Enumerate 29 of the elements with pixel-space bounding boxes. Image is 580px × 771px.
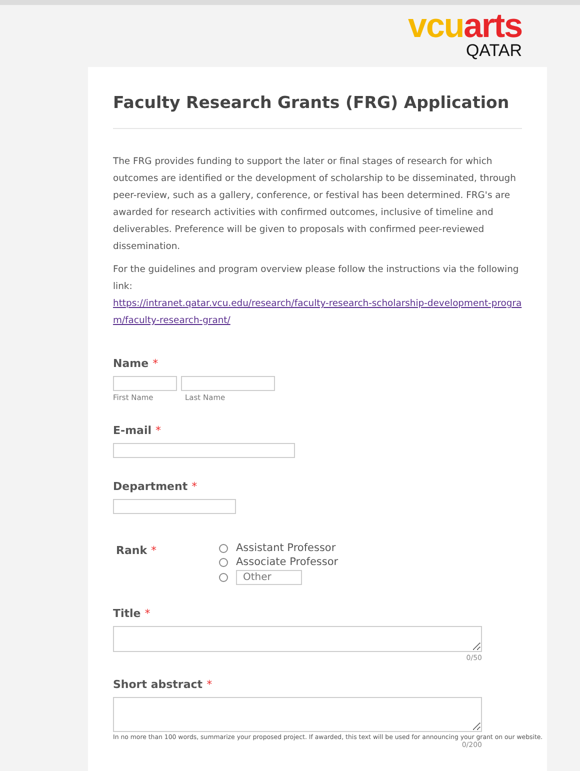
title-textarea[interactable] [113, 626, 482, 652]
field-label: Short abstract [113, 678, 203, 691]
field-label: Rank [116, 544, 148, 557]
abstract-textarea[interactable] [113, 697, 482, 732]
required-mark: * [206, 678, 212, 691]
logo: vcuarts QATAR [408, 11, 522, 62]
field-label: Department [113, 480, 188, 493]
required-mark: * [192, 480, 198, 493]
radio-button[interactable] [219, 544, 228, 552]
intro-paragraph: The FRG provides funding to support the later or final stages of research for which outcomes are identified or the development of scholarship to be disseminated, through peer-review, such as a gallery, conference, or festival has been determined. FRG's are awarded for research activities with confirmed outcomes, inclusive of timeline and deliverables. Preference will be given to proposals with confirmed peer-reviewed dissemination. [113, 155, 517, 254]
radio-button[interactable] [219, 558, 228, 566]
rank-option[interactable]: Associate Professor [219, 556, 338, 568]
guidelines-paragraph: For the guidelines and program overview please follow the instructions via the following link: https://intranet.qatar.vcu.edu/research/faculty-research-scholarship-development-program/faculty-research-grant/ [113, 261, 522, 329]
last-name-input[interactable] [181, 376, 275, 391]
required-mark: * [152, 357, 158, 370]
other-input[interactable]: Other [236, 570, 302, 585]
department-input[interactable] [113, 499, 236, 514]
required-mark: * [144, 607, 150, 620]
field-label: E-mail [113, 424, 152, 437]
required-mark: * [151, 544, 157, 557]
field-label: Name [113, 357, 149, 370]
radio-button[interactable] [219, 573, 228, 582]
first-name-input[interactable] [113, 376, 177, 391]
field-label: Title [113, 607, 141, 620]
required-mark: * [156, 424, 162, 437]
guidelines-link[interactable]: https://intranet.qatar.vcu.edu/research/faculty-research-scholarship-development-program/faculty-research-grant/ [113, 295, 522, 329]
form-title: Faculty Research Grants (FRG) Application [113, 93, 510, 112]
email-input[interactable] [113, 443, 295, 458]
rank-option[interactable]: Assistant Professor [219, 542, 338, 554]
